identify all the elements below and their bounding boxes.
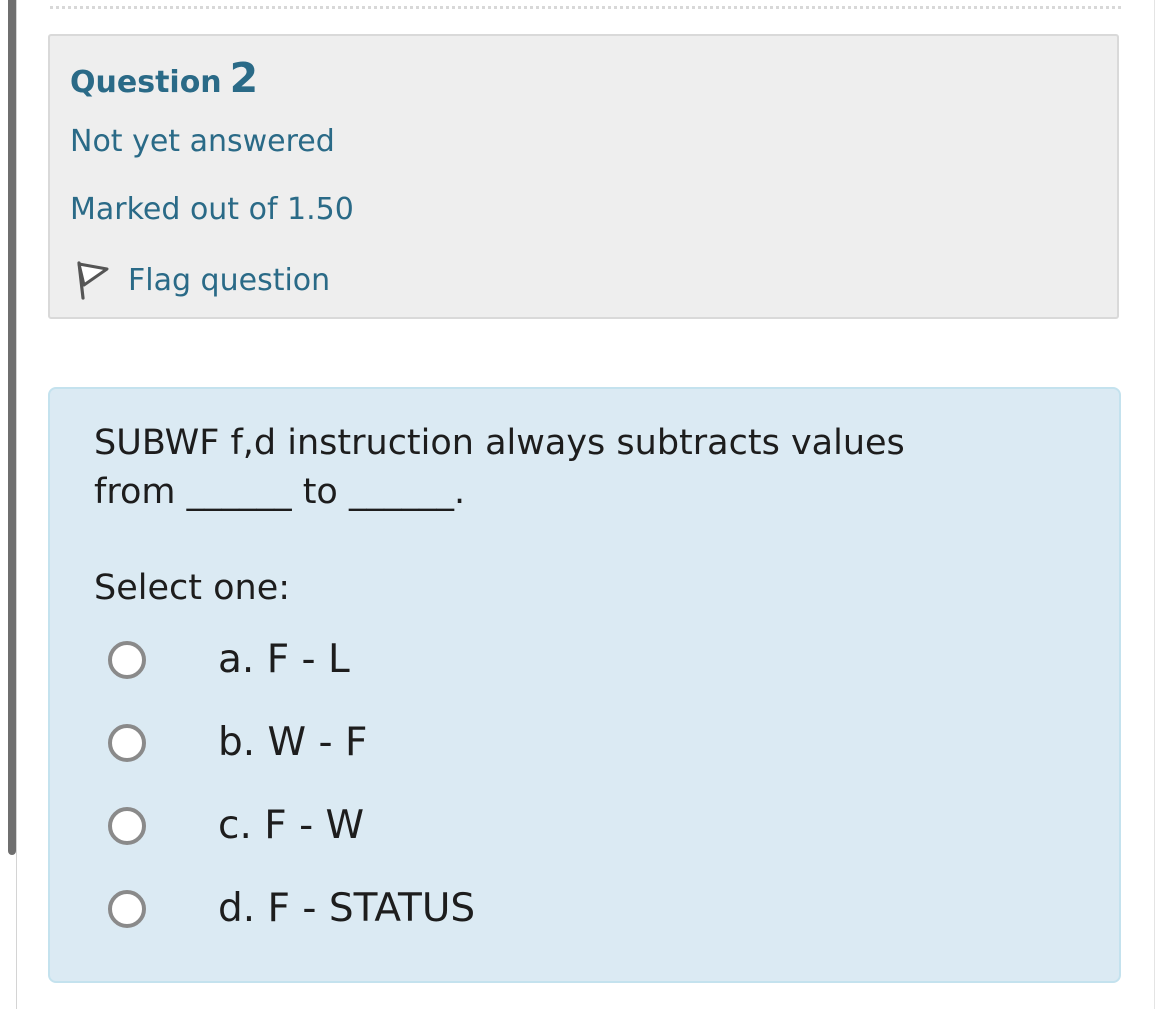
radio-button-d[interactable] — [108, 890, 146, 928]
answer-option-c[interactable]: c. F - W — [108, 801, 364, 851]
answer-option-label[interactable]: a. F - L — [218, 638, 350, 682]
question-label: Question — [70, 65, 222, 100]
flag-question-label: Flag question — [128, 262, 331, 298]
flag-icon — [74, 260, 110, 300]
answer-option-d[interactable]: d. F - STATUS — [108, 884, 475, 934]
question-text: SUBWF f,d instruction always subtracts v… — [94, 423, 905, 512]
question-state: Not yet answered — [70, 124, 335, 159]
question-info-panel: Question 2 Not yet answered Marked out of… — [48, 34, 1119, 319]
section-divider — [50, 6, 1121, 9]
radio-button-b[interactable] — [108, 724, 146, 762]
select-one-prompt: Select one: — [94, 568, 291, 608]
quiz-page: Question 2 Not yet answered Marked out of… — [0, 0, 1170, 1009]
scrollbar-thumb[interactable] — [8, 0, 16, 855]
question-content-panel: SUBWF f,d instruction always subtracts v… — [48, 387, 1121, 983]
radio-button-a[interactable] — [108, 641, 146, 679]
answer-option-label[interactable]: d. F - STATUS — [218, 887, 475, 931]
flag-question-button[interactable]: Flag question — [74, 258, 330, 302]
vertical-scrollbar[interactable] — [0, 0, 18, 1009]
radio-button-c[interactable] — [108, 807, 146, 845]
answer-option-a[interactable]: a. F - L — [108, 635, 350, 685]
answer-option-b[interactable]: b. W - F — [108, 718, 367, 768]
question-title: Question 2 — [70, 54, 258, 102]
question-number: 2 — [229, 54, 259, 102]
question-grade: Marked out of 1.50 — [70, 192, 354, 227]
answer-option-label[interactable]: b. W - F — [218, 721, 367, 765]
scrollbar-track — [16, 0, 17, 1009]
answer-option-label[interactable]: c. F - W — [218, 804, 364, 848]
page-right-edge — [1154, 0, 1155, 1009]
